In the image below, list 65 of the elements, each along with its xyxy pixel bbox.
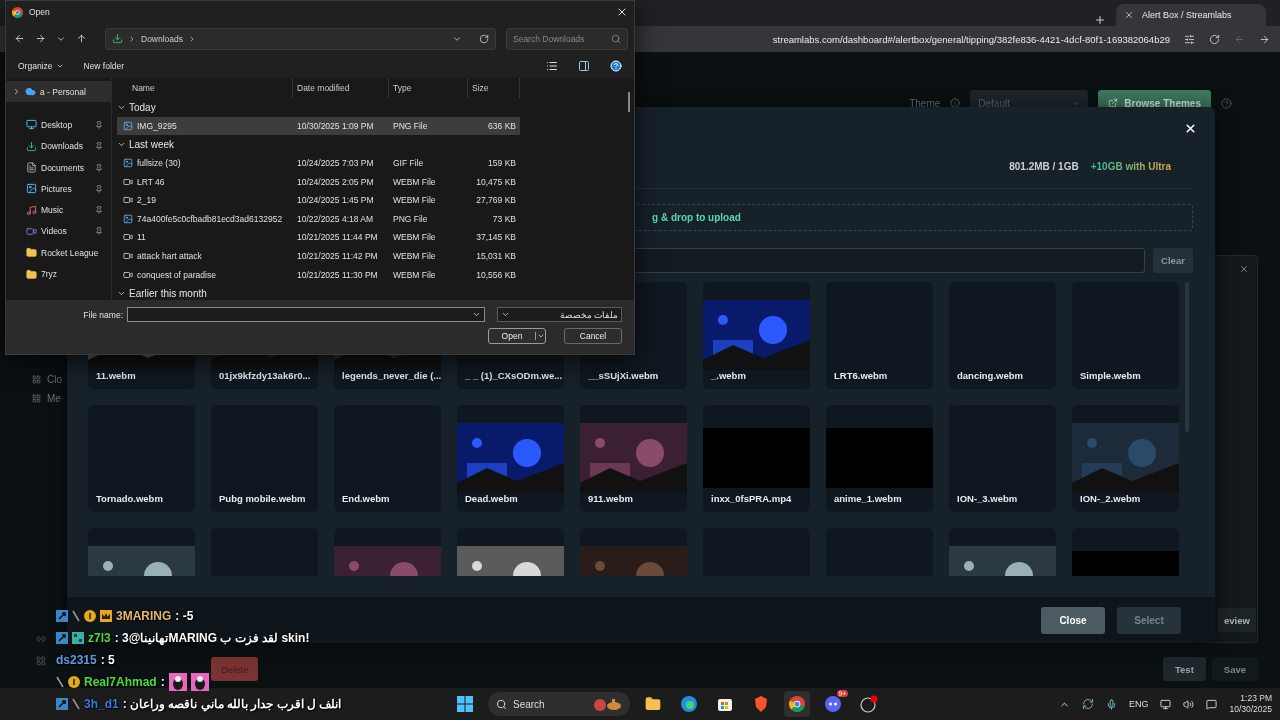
media-name: ION-_2.webm (1080, 493, 1141, 504)
file-name: 11 (137, 232, 146, 243)
chat-message: : 3@تهانيناMARING لقد فزت ب skin! (114, 630, 310, 645)
file-name: IMG_9295 (137, 120, 177, 131)
size-cell-text: 73 KB (491, 213, 517, 224)
media-name: Simple.webm (1080, 370, 1141, 381)
media-name: ION-_3.webm (957, 493, 1018, 504)
chat-username: 3MARING (116, 608, 172, 623)
size-cell-text: 10,556 KB (475, 269, 517, 280)
chat-username: ds2315 (56, 652, 97, 667)
file-name-label: File name: (83, 309, 123, 320)
size-cell-text: 159 KB (487, 158, 517, 169)
date-cell-text: 10/24/2025 2:05 PM (296, 176, 375, 187)
chat-username: z7l3 (88, 630, 111, 645)
media-name: inxx_0fsPRA.mp4 (711, 493, 792, 504)
date-cell-text: 10/21/2025 11:44 PM (296, 232, 379, 243)
chat-message: : 5 (100, 652, 115, 667)
media-name: 11.webm (96, 370, 136, 381)
file-name: fullsize (30) (137, 158, 181, 169)
type-cell-text: WEBM File (392, 232, 437, 243)
type-cell-text: WEBM File (392, 176, 437, 187)
size-cell-text: 636 KB (487, 120, 517, 131)
file-name: 74a400fe5c0cfbadb81ecd3ad6132952 (137, 213, 283, 224)
chat-message: : (160, 674, 165, 689)
size-cell-text: 15,031 KB (475, 251, 517, 262)
chat-username: 3h_d1 (84, 696, 119, 711)
media-name: _ _ (1)_CXsODm.we... (465, 370, 563, 381)
media-name: LRT6.webm (834, 370, 888, 381)
type-cell-text: PNG File (392, 120, 429, 131)
date-cell-text: 10/21/2025 11:30 PM (296, 269, 379, 280)
media-name: anime_1.webm (834, 493, 902, 504)
type-cell-text: GIF File (392, 158, 425, 169)
media-name: Dead.webm (465, 493, 518, 504)
type-cell-text: WEBM File (392, 251, 437, 262)
type-cell-text: PNG File (392, 213, 429, 224)
chat-username: Real7Ahmad (84, 674, 157, 689)
theme-label: Theme (909, 97, 941, 109)
size-cell-text: 27,769 KB (475, 195, 517, 206)
date-cell-text: 10/30/2025 1:09 PM (296, 120, 375, 131)
media-name: __sSUjXi.webm (588, 370, 659, 381)
chat-message: : انلف ل اقرب جدار بالله ماني ناقصه وراعان (122, 696, 342, 711)
file-name: attack hart attack (137, 251, 202, 262)
media-name: Pubg mobile.webm (219, 493, 306, 504)
media-name: End.webm (342, 493, 390, 504)
media-name: dancing.webm (957, 370, 1023, 381)
date-cell-text: 10/24/2025 1:45 PM (296, 195, 375, 206)
tab-title: Alert Box / Streamlabs (1142, 10, 1232, 20)
media-name: legends_never_die (... (342, 370, 441, 381)
size-cell-text: 10,475 KB (475, 176, 517, 187)
storage-usage: 801.2MB / 1GB (1009, 161, 1079, 172)
file-name: LRT 46 (137, 176, 165, 187)
date-cell-text: 10/24/2025 7:03 PM (296, 158, 375, 169)
media-name: 911.webm (588, 493, 633, 504)
media-name: Tornado.webm (96, 493, 163, 504)
window-title: Open (29, 7, 50, 17)
type-cell-text: WEBM File (392, 195, 437, 206)
file-name: 2_19 (137, 195, 156, 206)
media-name: _.webm (711, 370, 746, 381)
chat-message: : -5 (175, 608, 194, 623)
date-cell-text: 10/22/2025 4:18 AM (296, 213, 375, 224)
date-cell-text: 10/21/2025 11:42 PM (296, 251, 379, 262)
file-name: conquest of paradise (137, 269, 216, 280)
type-cell-text: WEBM File (392, 269, 437, 280)
size-cell-text: 37,145 KB (475, 232, 517, 243)
media-name: 01jx9kfzdy13ak6r0... (219, 370, 311, 381)
